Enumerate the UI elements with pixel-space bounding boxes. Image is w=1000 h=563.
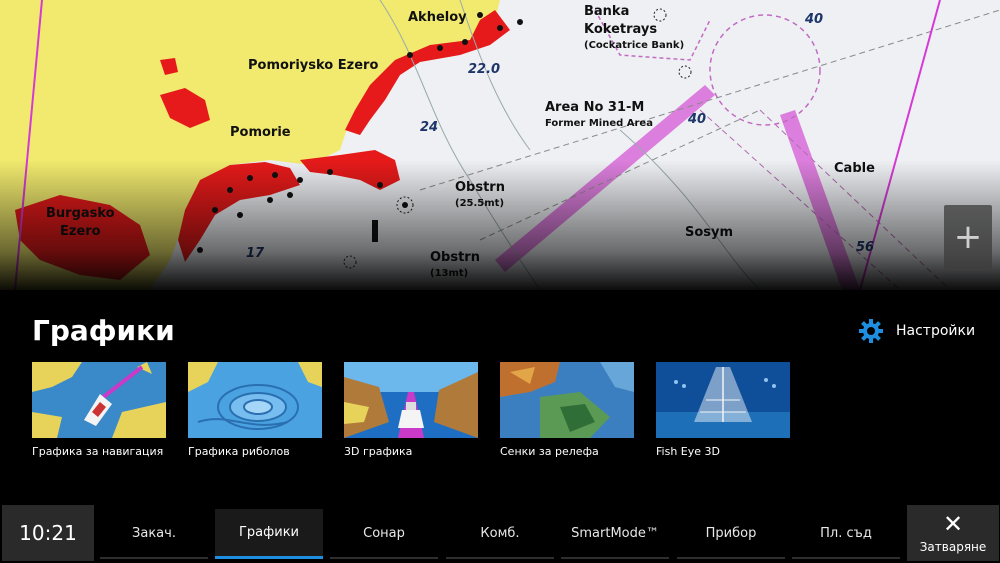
gear-icon bbox=[859, 319, 883, 343]
label-akheloy: Akheloy bbox=[408, 10, 467, 25]
label-obstrn-1-depth: (25.5mt) bbox=[455, 198, 505, 209]
label-cockatrice: (Cockatrice Bank) bbox=[584, 40, 685, 51]
nautical-chart[interactable]: Akheloy Banka Koketrays (Cockatrice Bank… bbox=[0, 0, 1000, 290]
label-sosym: Sosym bbox=[685, 225, 734, 240]
close-icon: ✕ bbox=[942, 510, 964, 538]
charts-menu-panel: Графики Настройки Графика за навигация Г… bbox=[0, 290, 1000, 503]
tab-charts[interactable]: Графики bbox=[215, 509, 323, 559]
label-burgasko: Burgasko bbox=[46, 206, 115, 221]
tab-vessel[interactable]: Пл. съд bbox=[792, 509, 900, 559]
close-label: Затваряне bbox=[919, 540, 987, 554]
tab-anchor[interactable]: Закач. bbox=[100, 509, 208, 559]
depth-24: 24 bbox=[420, 120, 439, 135]
settings-label: Настройки bbox=[896, 323, 976, 339]
tile-fish-eye-3d[interactable]: Fish Eye 3D bbox=[656, 362, 790, 458]
tile-caption: Графика риболов bbox=[188, 445, 290, 458]
tab-instrument[interactable]: Прибор bbox=[677, 509, 785, 559]
traffic-lane-2 bbox=[780, 110, 860, 290]
settings-button[interactable]: Настройки bbox=[858, 318, 975, 344]
tile-caption: Fish Eye 3D bbox=[656, 445, 720, 458]
depth-22: 22.0 bbox=[468, 62, 501, 77]
zoom-in-button[interactable]: + bbox=[944, 205, 992, 269]
label-koketrays: Koketrays bbox=[584, 22, 658, 37]
tab-sonar[interactable]: Сонар bbox=[330, 509, 438, 559]
label-obstrn-1: Obstrn bbox=[455, 180, 505, 195]
label-ezero: Ezero bbox=[60, 224, 101, 239]
panel-title: Графики bbox=[32, 314, 175, 347]
tile-caption: 3D графика bbox=[344, 445, 413, 458]
tile-caption: Сенки за релефа bbox=[500, 445, 599, 458]
fishing-chart-thumbnail bbox=[188, 362, 322, 438]
label-former-mined: Former Mined Area bbox=[545, 118, 653, 129]
tile-navigation-chart[interactable]: Графика за навигация bbox=[32, 362, 166, 458]
chart-type-tiles: Графика за навигация Графика риболов 3D … bbox=[32, 362, 790, 458]
label-obstrn-2: Obstrn bbox=[430, 250, 480, 265]
tab-smartmode[interactable]: SmartMode™ bbox=[561, 509, 669, 559]
label-banka: Banka bbox=[584, 4, 630, 19]
label-pomorie: Pomorie bbox=[230, 125, 291, 140]
label-cable: Cable bbox=[834, 161, 875, 176]
close-button[interactable]: ✕ Затваряне bbox=[907, 505, 999, 561]
relief-shading-thumbnail bbox=[500, 362, 634, 438]
depth-17: 17 bbox=[246, 246, 265, 261]
tile-3d-chart[interactable]: 3D графика bbox=[344, 362, 478, 458]
tile-caption: Графика за навигация bbox=[32, 445, 164, 458]
depth-56: 56 bbox=[856, 240, 875, 255]
clock: 10:21 bbox=[2, 505, 94, 561]
label-pomoriysko: Pomoriysko Ezero bbox=[248, 58, 379, 73]
3d-chart-thumbnail bbox=[344, 362, 478, 438]
label-area: Area No 31-M bbox=[545, 100, 645, 115]
navigation-chart-thumbnail bbox=[32, 362, 166, 438]
label-obstrn-2-depth: (13mt) bbox=[430, 268, 469, 279]
tile-fishing-chart[interactable]: Графика риболов bbox=[188, 362, 322, 458]
anchorage-circle bbox=[709, 14, 821, 126]
tile-relief-shading[interactable]: Сенки за релефа bbox=[500, 362, 634, 458]
fish-eye-3d-thumbnail bbox=[656, 362, 790, 438]
tab-combo[interactable]: Комб. bbox=[446, 509, 554, 559]
depth-40a: 40 bbox=[805, 12, 824, 27]
depth-40b: 40 bbox=[688, 112, 707, 127]
chart-graphics bbox=[0, 0, 1000, 290]
bottom-bar: 10:21 Закач. Графики Сонар Комб. SmartMo… bbox=[0, 503, 1000, 563]
